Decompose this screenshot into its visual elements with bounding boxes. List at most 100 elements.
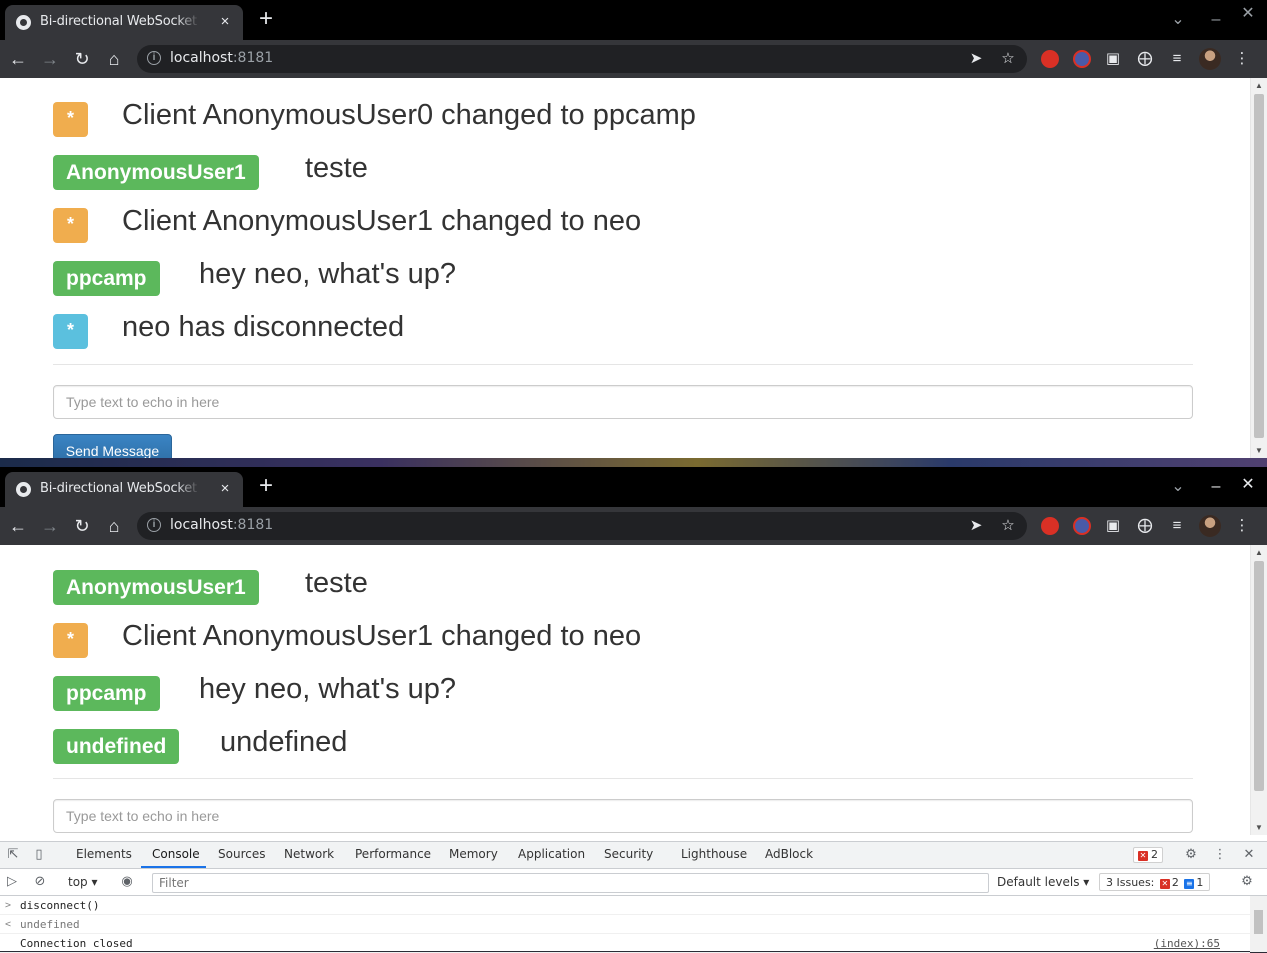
adblock-extension-icon[interactable] — [1041, 50, 1059, 68]
adblock-extension-icon[interactable] — [1041, 517, 1059, 535]
devtools-close-icon[interactable]: ✕ — [1241, 847, 1257, 863]
user-badge: ppcamp — [53, 676, 160, 711]
browser-tab[interactable]: Bi-directional WebSocket Chat × — [5, 5, 243, 40]
send-to-device-icon[interactable]: ➤ — [967, 50, 985, 68]
info-message-icon: ≡ — [1184, 879, 1195, 889]
browser-toolbar: ← → ↻ ⌂ i localhost:8181 ➤ ☆ ▣ ⨁ ≡ ⋮ — [0, 40, 1267, 78]
page-scrollbar[interactable]: ▲ ▼ — [1250, 78, 1267, 458]
back-icon[interactable]: ← — [7, 515, 29, 537]
desktop-background — [0, 458, 1267, 467]
context-selector[interactable]: top ▾ — [68, 875, 98, 889]
extension-icon[interactable] — [1073, 517, 1091, 535]
log-levels-dropdown[interactable]: Default levels ▾ — [997, 875, 1089, 889]
devtools-tab-application[interactable]: Application — [518, 847, 585, 861]
reload-icon[interactable]: ↻ — [71, 48, 93, 70]
url-text: localhost:8181 — [170, 50, 274, 66]
media-queue-icon[interactable]: ≡ — [1167, 516, 1187, 536]
devtools-menu-icon[interactable]: ⋮ — [1212, 847, 1228, 863]
scroll-down-icon[interactable]: ▼ — [1254, 823, 1264, 832]
home-icon[interactable]: ⌂ — [103, 515, 125, 537]
issues-badge[interactable]: 3 Issues: ✕ 2 ≡ 1 — [1099, 873, 1211, 891]
tab-close-icon[interactable]: × — [215, 12, 235, 32]
message-text: teste — [305, 567, 368, 599]
error-icon: ✕ — [1138, 851, 1148, 861]
devtools-tab-memory[interactable]: Memory — [449, 847, 498, 861]
profile-avatar[interactable] — [1199, 48, 1221, 70]
picture-in-picture-icon[interactable]: ▣ — [1103, 49, 1123, 69]
address-bar[interactable]: i localhost:8181 ➤ ☆ — [137, 45, 1027, 73]
minimize-icon[interactable]: – — [1205, 476, 1227, 498]
picture-in-picture-icon[interactable]: ▣ — [1103, 516, 1123, 536]
media-queue-icon[interactable]: ≡ — [1167, 49, 1187, 69]
extensions-puzzle-icon[interactable]: ⨁ — [1135, 49, 1155, 69]
extensions-puzzle-icon[interactable]: ⨁ — [1135, 516, 1155, 536]
scrollbar-thumb[interactable] — [1254, 94, 1264, 438]
devtools-tab-performance[interactable]: Performance — [355, 847, 431, 861]
scroll-down-icon[interactable]: ▼ — [1254, 446, 1264, 455]
settings-gear-icon[interactable]: ⚙ — [1183, 847, 1199, 863]
sidebar-toggle-icon[interactable]: ▷ — [4, 874, 20, 890]
tab-search-chevron-icon[interactable]: ⌄ — [1167, 9, 1189, 31]
device-toggle-icon[interactable]: ▯ — [31, 847, 47, 863]
console-toolbar: ▷ ⊘ top ▾ ◉ Default levels ▾ 3 Issues: ✕… — [0, 869, 1267, 896]
profile-avatar[interactable] — [1199, 515, 1221, 537]
console-scrollbar[interactable] — [1250, 896, 1267, 952]
system-badge: * — [53, 208, 88, 243]
console-filter-input[interactable] — [152, 873, 989, 893]
menu-kebab-icon[interactable]: ⋮ — [1232, 516, 1252, 536]
forward-icon[interactable]: → — [39, 48, 61, 70]
clear-console-icon[interactable]: ⊘ — [32, 874, 48, 890]
info-icon[interactable]: i — [147, 518, 161, 532]
minimize-icon[interactable]: – — [1205, 9, 1227, 31]
tab-close-icon[interactable]: × — [215, 479, 235, 499]
console-settings-gear-icon[interactable]: ⚙ — [1239, 874, 1255, 890]
reload-icon[interactable]: ↻ — [71, 515, 93, 537]
devtools-tab-elements[interactable]: Elements — [76, 847, 132, 861]
extension-icon[interactable] — [1073, 50, 1091, 68]
tab-strip: Bi-directional WebSocket Chat × + ⌄ – ✕ — [0, 0, 1267, 40]
console-text: undefined — [20, 918, 80, 931]
devtools-tab-adblock[interactable]: AdBlock — [765, 847, 813, 861]
forward-icon[interactable]: → — [39, 515, 61, 537]
devtools-tab-security[interactable]: Security — [604, 847, 653, 861]
message-text: Client AnonymousUser1 changed to neo — [122, 620, 642, 652]
message-input[interactable] — [53, 385, 1193, 419]
console-result-chevron-icon: < — [5, 919, 12, 930]
devtools-tab-network[interactable]: Network — [284, 847, 334, 861]
message-text: undefined — [220, 726, 348, 758]
info-icon[interactable]: i — [147, 51, 161, 65]
menu-kebab-icon[interactable]: ⋮ — [1232, 49, 1252, 69]
close-window-icon[interactable]: ✕ — [1237, 3, 1259, 25]
tab-search-chevron-icon[interactable]: ⌄ — [1167, 476, 1189, 498]
scroll-up-icon[interactable]: ▲ — [1254, 81, 1264, 90]
console-input-chevron-icon: > — [5, 900, 12, 911]
devtools-tab-sources[interactable]: Sources — [218, 847, 265, 861]
user-badge: AnonymousUser1 — [53, 155, 259, 190]
console-source-link[interactable]: (index):65 — [1154, 934, 1220, 953]
inspect-element-icon[interactable]: ⇱ — [5, 847, 21, 863]
send-message-button[interactable]: Send Message — [53, 434, 172, 458]
system-badge: * — [53, 314, 88, 349]
scroll-up-icon[interactable]: ▲ — [1254, 548, 1264, 557]
back-icon[interactable]: ← — [7, 48, 29, 70]
browser-tab[interactable]: Bi-directional WebSocket Chat × — [5, 472, 243, 507]
bookmark-star-icon[interactable]: ☆ — [999, 50, 1017, 68]
close-window-icon[interactable]: ✕ — [1237, 474, 1259, 496]
scrollbar-thumb[interactable] — [1254, 561, 1264, 791]
address-bar[interactable]: i localhost:8181 ➤ ☆ — [137, 512, 1027, 540]
console-scrollbar-thumb[interactable] — [1254, 910, 1263, 934]
send-to-device-icon[interactable]: ➤ — [967, 517, 985, 535]
bookmark-star-icon[interactable]: ☆ — [999, 517, 1017, 535]
globe-icon — [16, 482, 31, 497]
home-icon[interactable]: ⌂ — [103, 48, 125, 70]
live-expression-eye-icon[interactable]: ◉ — [119, 874, 135, 890]
page-scrollbar[interactable]: ▲ ▼ — [1250, 545, 1267, 835]
devtools-tab-console[interactable]: Console — [152, 847, 200, 861]
system-badge: * — [53, 623, 88, 658]
error-count-badge[interactable]: ✕ 2 — [1133, 847, 1163, 863]
new-tab-button[interactable]: + — [255, 7, 277, 31]
new-tab-button[interactable]: + — [255, 474, 277, 498]
devtools-tab-lighthouse[interactable]: Lighthouse — [681, 847, 747, 861]
message-input[interactable] — [53, 799, 1193, 833]
console-text: Connection closed — [20, 937, 133, 950]
